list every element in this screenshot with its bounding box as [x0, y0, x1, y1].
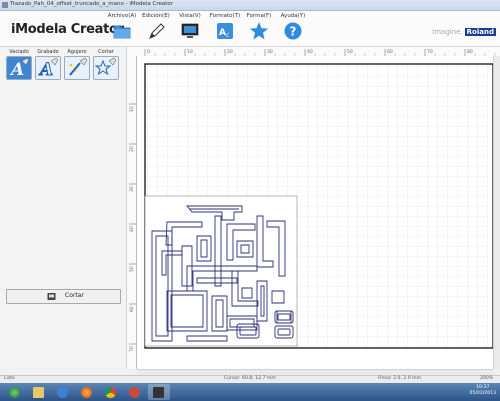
ruler-label: 70 — [129, 346, 135, 352]
svg-text:A: A — [38, 60, 53, 80]
system-clock[interactable]: 10:37 05/02/2013 — [470, 385, 496, 397]
engrave-icon: A — [6, 56, 32, 80]
menu-archivo[interactable]: Archivo(A) — [106, 13, 138, 41]
ruler-label: 20 — [129, 146, 135, 152]
menu-vista[interactable]: Vista(V) — [174, 13, 206, 41]
menu-label: Ayuda(Y) — [280, 13, 306, 19]
toolbar: iModela Creator Archivo(A) Edición(E) Vi… — [0, 11, 500, 47]
svg-text:c: c — [226, 32, 229, 39]
tool-agujero[interactable]: Agujero — [64, 49, 90, 80]
tool-grabado[interactable]: Grabado A — [35, 49, 61, 80]
taskbar-firefox[interactable] — [76, 384, 98, 400]
design-canvas[interactable] — [137, 56, 494, 369]
ruler-label: 60 — [387, 49, 393, 55]
menu-ayuda[interactable]: Ayuda(Y) ? — [277, 13, 309, 41]
clock-date: 05/02/2013 — [469, 391, 496, 396]
taskbar-chrome[interactable] — [100, 384, 122, 400]
ruler-label: 70 — [427, 49, 433, 55]
vertical-scrollbar[interactable] — [493, 56, 500, 369]
pencil-icon — [149, 23, 165, 39]
status-ready: Listo — [4, 376, 15, 381]
taskbar-app[interactable] — [124, 384, 146, 400]
status-cursor: Cursor: 60.8, 12.7 mm — [224, 376, 276, 381]
cut-button[interactable]: Cortar — [6, 289, 121, 304]
canvas-drawing — [144, 63, 494, 349]
ruler-label: 40 — [307, 49, 313, 55]
machine-icon — [47, 293, 56, 300]
tool-label: Cortar — [98, 49, 114, 55]
ruler-label: 30 — [129, 186, 135, 192]
brand-tagline: Imagine. — [432, 28, 463, 36]
status-tool: Fresa: 2.0, 2.0 mm — [378, 376, 422, 381]
star-icon — [250, 22, 268, 40]
firefox-icon — [81, 387, 92, 398]
tool-label: Agujero — [67, 49, 87, 55]
menu-label: Vista(V) — [179, 13, 201, 19]
ruler-label: 10 — [187, 49, 193, 55]
media-player-icon — [57, 387, 68, 398]
title-bar: Trazado_Pah_04_offset_truncado_a_mano - … — [0, 0, 500, 11]
ruler-label: 60 — [129, 306, 135, 312]
menu-forma[interactable]: Forma(F) — [243, 13, 275, 41]
app-icon — [129, 387, 140, 398]
window-title: Trazado_Pah_04_offset_truncado_a_mano - … — [10, 1, 174, 7]
brand-name: Roland — [464, 28, 496, 36]
taskbar-imodela[interactable] — [148, 384, 170, 400]
ruler-label: 40 — [129, 226, 135, 232]
windows-start-icon — [9, 387, 20, 398]
ruler-corner — [127, 47, 137, 56]
tools-panel: Vaciado A Grabado A Agujero Cortar Corta… — [0, 47, 127, 369]
drill-icon — [64, 56, 90, 80]
tool-label: Grabado — [37, 49, 59, 55]
tool-cortar[interactable]: Cortar — [93, 49, 119, 80]
ruler-label: 10 — [129, 106, 135, 112]
folder-icon — [33, 387, 44, 398]
ruler-label: 50 — [347, 49, 353, 55]
svg-text:?: ? — [290, 25, 297, 39]
menu-label: Archivo(A) — [107, 13, 137, 19]
tool-label: Vaciado — [9, 49, 29, 55]
grabado-icon: A — [35, 56, 61, 80]
monitor-icon — [181, 23, 199, 38]
menu-label: Edición(E) — [142, 13, 170, 19]
taskbar-media[interactable] — [52, 384, 74, 400]
menu-label: Forma(F) — [246, 13, 272, 19]
ruler-label: 30 — [267, 49, 273, 55]
menu-label: Formato(T) — [209, 13, 241, 19]
status-zoom: 200% — [480, 376, 494, 381]
tool-vaciado[interactable]: Vaciado A — [6, 49, 32, 80]
status-bar: Listo Cursor: 60.8, 12.7 mm Fresa: 2.0, … — [0, 375, 500, 383]
cut-button-label: Cortar — [65, 292, 84, 299]
svg-text:A: A — [9, 60, 24, 80]
help-icon: ? — [284, 22, 302, 40]
machine-icon — [153, 387, 164, 398]
menu-edicion[interactable]: Edición(E) — [140, 13, 172, 41]
start-button[interactable] — [4, 384, 26, 400]
chrome-icon — [105, 387, 116, 398]
roland-logo: Imagine. Roland — [432, 28, 496, 36]
app-window-icon — [2, 2, 8, 8]
ruler-label: 80 — [467, 49, 473, 55]
cut-icon — [93, 56, 119, 80]
ruler-label: 20 — [227, 49, 233, 55]
taskbar-explorer[interactable] — [28, 384, 50, 400]
menu-formato[interactable]: Formato(T) A c — [209, 13, 241, 41]
ruler-vertical: 10 20 30 40 50 60 70 — [127, 56, 137, 369]
taskbar: 10:37 05/02/2013 — [0, 383, 500, 401]
format-icon: A c — [217, 23, 233, 39]
svg-text:A: A — [219, 28, 226, 38]
ruler-label: 50 — [129, 266, 135, 272]
folder-icon — [113, 25, 131, 39]
ruler-label: 0 — [147, 49, 150, 55]
